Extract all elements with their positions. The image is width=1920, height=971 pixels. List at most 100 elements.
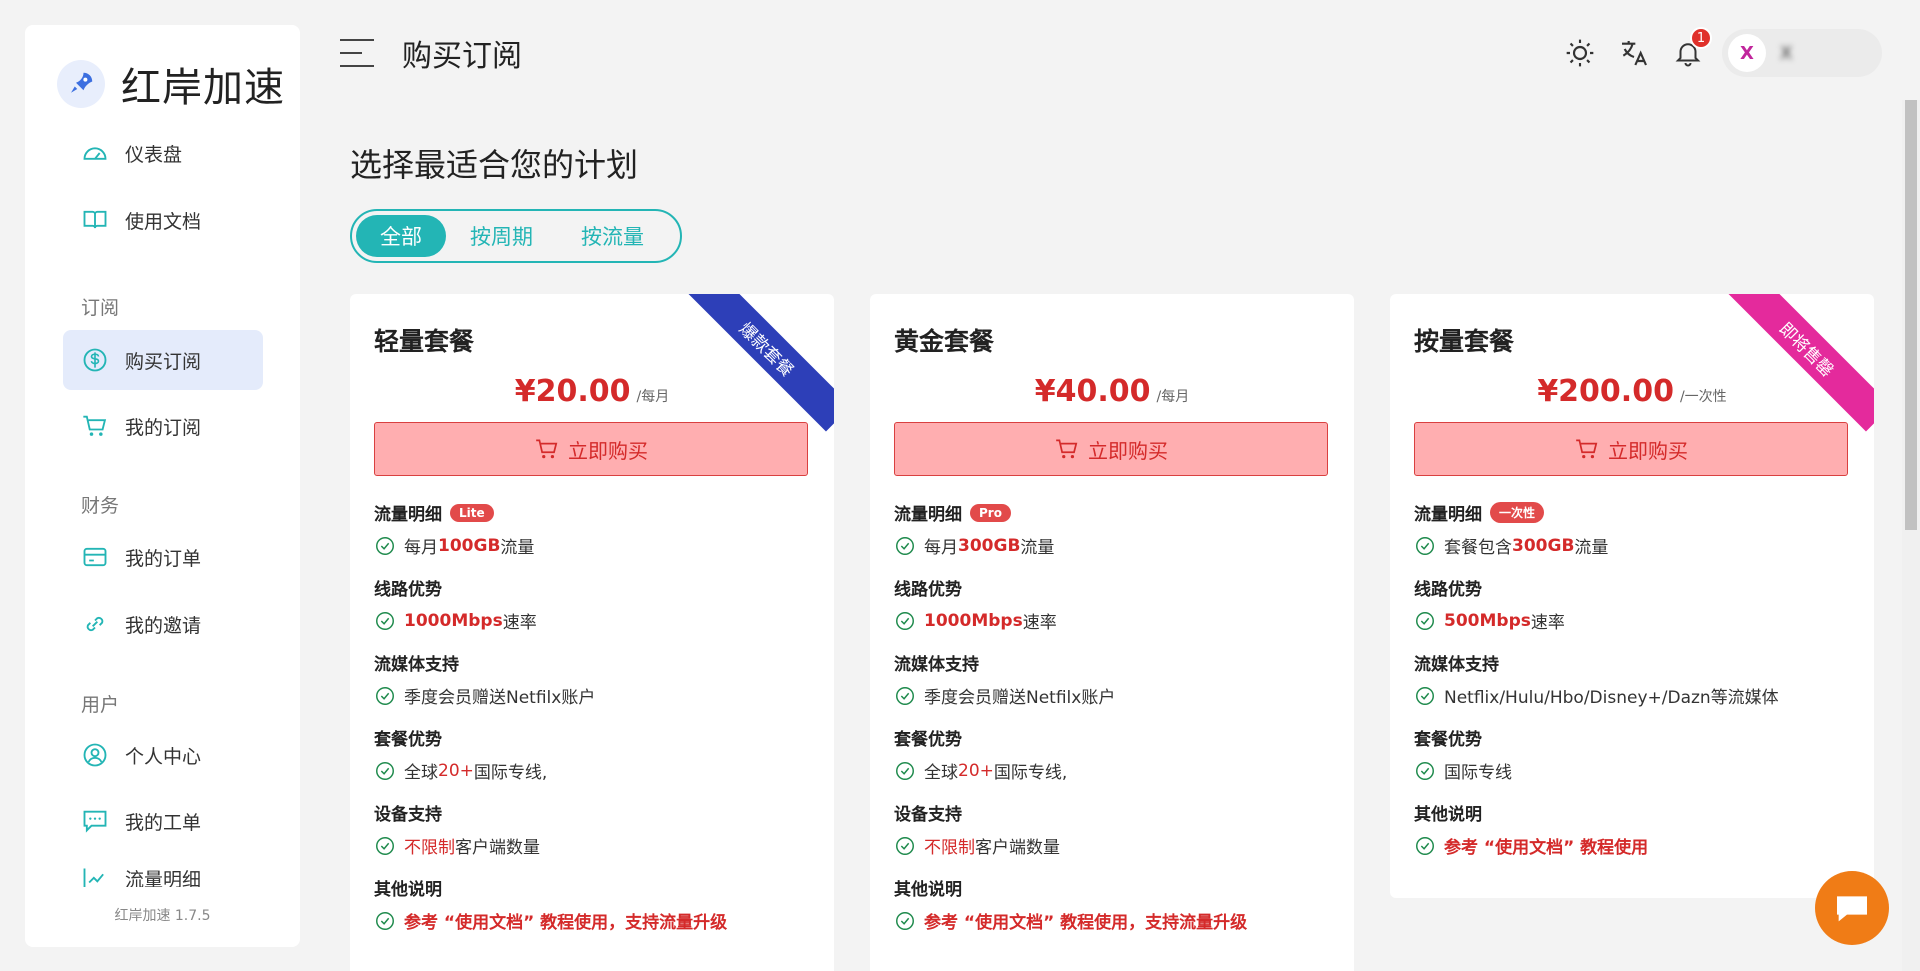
feature-heading: 套餐优势 — [374, 730, 442, 750]
plan-card: 黄金套餐 ¥40.00/每月 立即购买 流量明细 Pro 每月 300GB 流量 … — [870, 294, 1354, 971]
buy-now-label: 立即购买 — [1088, 438, 1168, 463]
plan-card: 轻量套餐 爆款套餐 ¥20.00/每月 立即购买 流量明细 Lite 每月 100… — [350, 294, 834, 971]
hamburger-menu-icon[interactable] — [340, 39, 374, 67]
feature-text: 套餐包含 — [1444, 538, 1512, 558]
sidebar-item-tickets[interactable]: 我的工单 — [63, 791, 263, 851]
notification-badge: 1 — [1690, 27, 1712, 49]
sidebar-item-buy-subscription[interactable]: 购买订阅 — [63, 330, 263, 390]
page-scrollbar[interactable] — [1902, 100, 1920, 971]
plan-ribbon: 即将售罄 — [1724, 294, 1874, 432]
buy-now-button[interactable]: 立即购买 — [374, 422, 808, 476]
sidebar-item-my-invites[interactable]: 我的邀请 — [63, 594, 263, 654]
feature-text: 速率 — [1022, 613, 1057, 633]
feature-text: 流量 — [500, 538, 535, 558]
support-chat-button[interactable] — [1815, 871, 1889, 945]
chart-icon — [83, 868, 104, 887]
sidebar-item-docs[interactable]: 使用文档 — [63, 190, 263, 250]
feature-value: 20+ — [958, 760, 994, 781]
feature-advantage: 套餐优势 国际专线 — [1414, 725, 1512, 783]
feature-value: 100GB — [438, 535, 501, 556]
check-circle-icon — [376, 536, 394, 555]
plan-period: /一次性 — [1679, 389, 1727, 405]
plans-heading: 选择最适合您的计划 — [350, 146, 639, 184]
sidebar-item-label: 使用文档 — [125, 210, 202, 233]
feature-text: 客户端数量 — [975, 838, 1060, 858]
sidebar-section-finance: 财务 — [81, 495, 120, 517]
feature-heading: 设备支持 — [374, 805, 442, 825]
sidebar-item-label: 仪表盘 — [125, 143, 183, 166]
sidebar-item-my-subscription[interactable]: 我的订阅 — [63, 396, 263, 456]
buy-now-button[interactable]: 立即购买 — [894, 422, 1328, 476]
dollar-circle-icon — [83, 348, 107, 372]
feature-line: 线路优势 500Mbps 速率 — [1414, 575, 1565, 633]
plan-period: /每月 — [636, 389, 670, 405]
sidebar-item-my-orders[interactable]: 我的订单 — [63, 527, 263, 587]
translate-icon[interactable] — [1614, 33, 1654, 73]
sidebar: 红岸加速 仪表盘 使用文档 订阅 购买订阅 我的订阅 财务 我的订单 我的邀请 — [25, 25, 300, 947]
buy-now-button[interactable]: 立即购买 — [1414, 422, 1848, 476]
cart-icon — [536, 439, 558, 459]
feature-value: 1000Mbps — [924, 610, 1023, 631]
scrollbar-thumb[interactable] — [1905, 100, 1917, 530]
plan-price: ¥20.00 — [514, 374, 631, 409]
plan-price-row: ¥20.00/每月 — [350, 374, 834, 409]
plan-name: 黄金套餐 — [894, 327, 995, 356]
wallet-icon — [83, 547, 107, 567]
feature-value: 参考 “使用文档” 教程使用 — [1444, 838, 1649, 858]
check-circle-icon — [896, 536, 914, 555]
feature-streaming: 流媒体支持 季度会员赠送Netfilx账户 — [374, 650, 595, 708]
sidebar-section-user: 用户 — [81, 694, 120, 716]
feature-value: 参考 “使用文档” 教程使用，支持流量升级 — [924, 913, 1248, 933]
feature-streaming: 流媒体支持 Netflix/Hulu/Hbo/Disney+/Dazn等流媒体 — [1414, 650, 1779, 708]
sidebar-item-label: 我的邀请 — [125, 614, 202, 637]
feature-value: 1000Mbps — [404, 610, 503, 631]
feature-text: 流量 — [1574, 538, 1609, 558]
check-circle-icon — [1416, 836, 1434, 855]
feature-text: 国际专线, — [993, 763, 1068, 783]
bell-icon[interactable]: 1 — [1668, 27, 1712, 73]
plan-tier-tag: Pro — [970, 503, 1011, 522]
sidebar-item-dashboard[interactable]: 仪表盘 — [63, 123, 263, 183]
feature-text: 客户端数量 — [455, 838, 540, 858]
feature-value: 300GB — [958, 535, 1021, 556]
link-icon — [86, 616, 104, 632]
check-circle-icon — [376, 761, 394, 780]
feature-advantage: 套餐优势 全球 20+ 国际专线, — [374, 725, 547, 783]
sidebar-item-traffic[interactable]: 流量明细 — [63, 859, 263, 887]
feature-advantage: 套餐优势 全球 20+ 国际专线, — [894, 725, 1067, 783]
feature-value: 不限制 — [404, 838, 455, 858]
avatar: X — [1728, 34, 1766, 72]
header-actions: 1 X X — [1560, 27, 1882, 78]
feature-heading: 其他说明 — [894, 880, 962, 900]
feature-text: 季度会员赠送Netfilx账户 — [924, 688, 1116, 708]
plan-price: ¥200.00 — [1537, 374, 1674, 409]
feature-value: 不限制 — [924, 838, 975, 858]
feature-streaming: 流媒体支持 季度会员赠送Netfilx账户 — [894, 650, 1115, 708]
user-menu[interactable]: X X — [1722, 29, 1882, 77]
feature-traffic: 流量明细 一次性 套餐包含 300GB 流量 — [1414, 500, 1608, 558]
tab-by-period[interactable]: 按周期 — [446, 215, 557, 257]
feature-text: 国际专线, — [473, 763, 548, 783]
feature-heading: 流媒体支持 — [374, 655, 459, 675]
tab-by-traffic[interactable]: 按流量 — [557, 215, 668, 257]
feature-heading: 线路优势 — [374, 580, 442, 600]
feature-text: 季度会员赠送Netfilx账户 — [404, 688, 596, 708]
feature-heading: 流量明细 — [374, 505, 442, 525]
brand[interactable]: 红岸加速 — [57, 55, 285, 113]
check-circle-icon — [896, 836, 914, 855]
username: X — [1780, 42, 1793, 64]
theme-toggle-sun-icon[interactable] — [1560, 33, 1600, 73]
cart-icon — [83, 415, 107, 436]
chat-icon — [1837, 896, 1867, 922]
feature-line: 线路优势 1000Mbps 速率 — [894, 575, 1057, 633]
sidebar-item-profile[interactable]: 个人中心 — [63, 725, 263, 785]
feature-notes: 其他说明 参考 “使用文档” 教程使用，支持流量升级 — [374, 875, 727, 933]
check-circle-icon — [1416, 761, 1434, 780]
feature-heading: 设备支持 — [894, 805, 962, 825]
plan-ribbon: 爆款套餐 — [684, 294, 834, 432]
tab-all[interactable]: 全部 — [356, 215, 446, 257]
feature-notes: 其他说明 参考 “使用文档” 教程使用，支持流量升级 — [894, 875, 1247, 933]
feature-value: 参考 “使用文档” 教程使用，支持流量升级 — [404, 913, 728, 933]
feature-value: 20+ — [438, 760, 474, 781]
feature-line: 线路优势 1000Mbps 速率 — [374, 575, 537, 633]
